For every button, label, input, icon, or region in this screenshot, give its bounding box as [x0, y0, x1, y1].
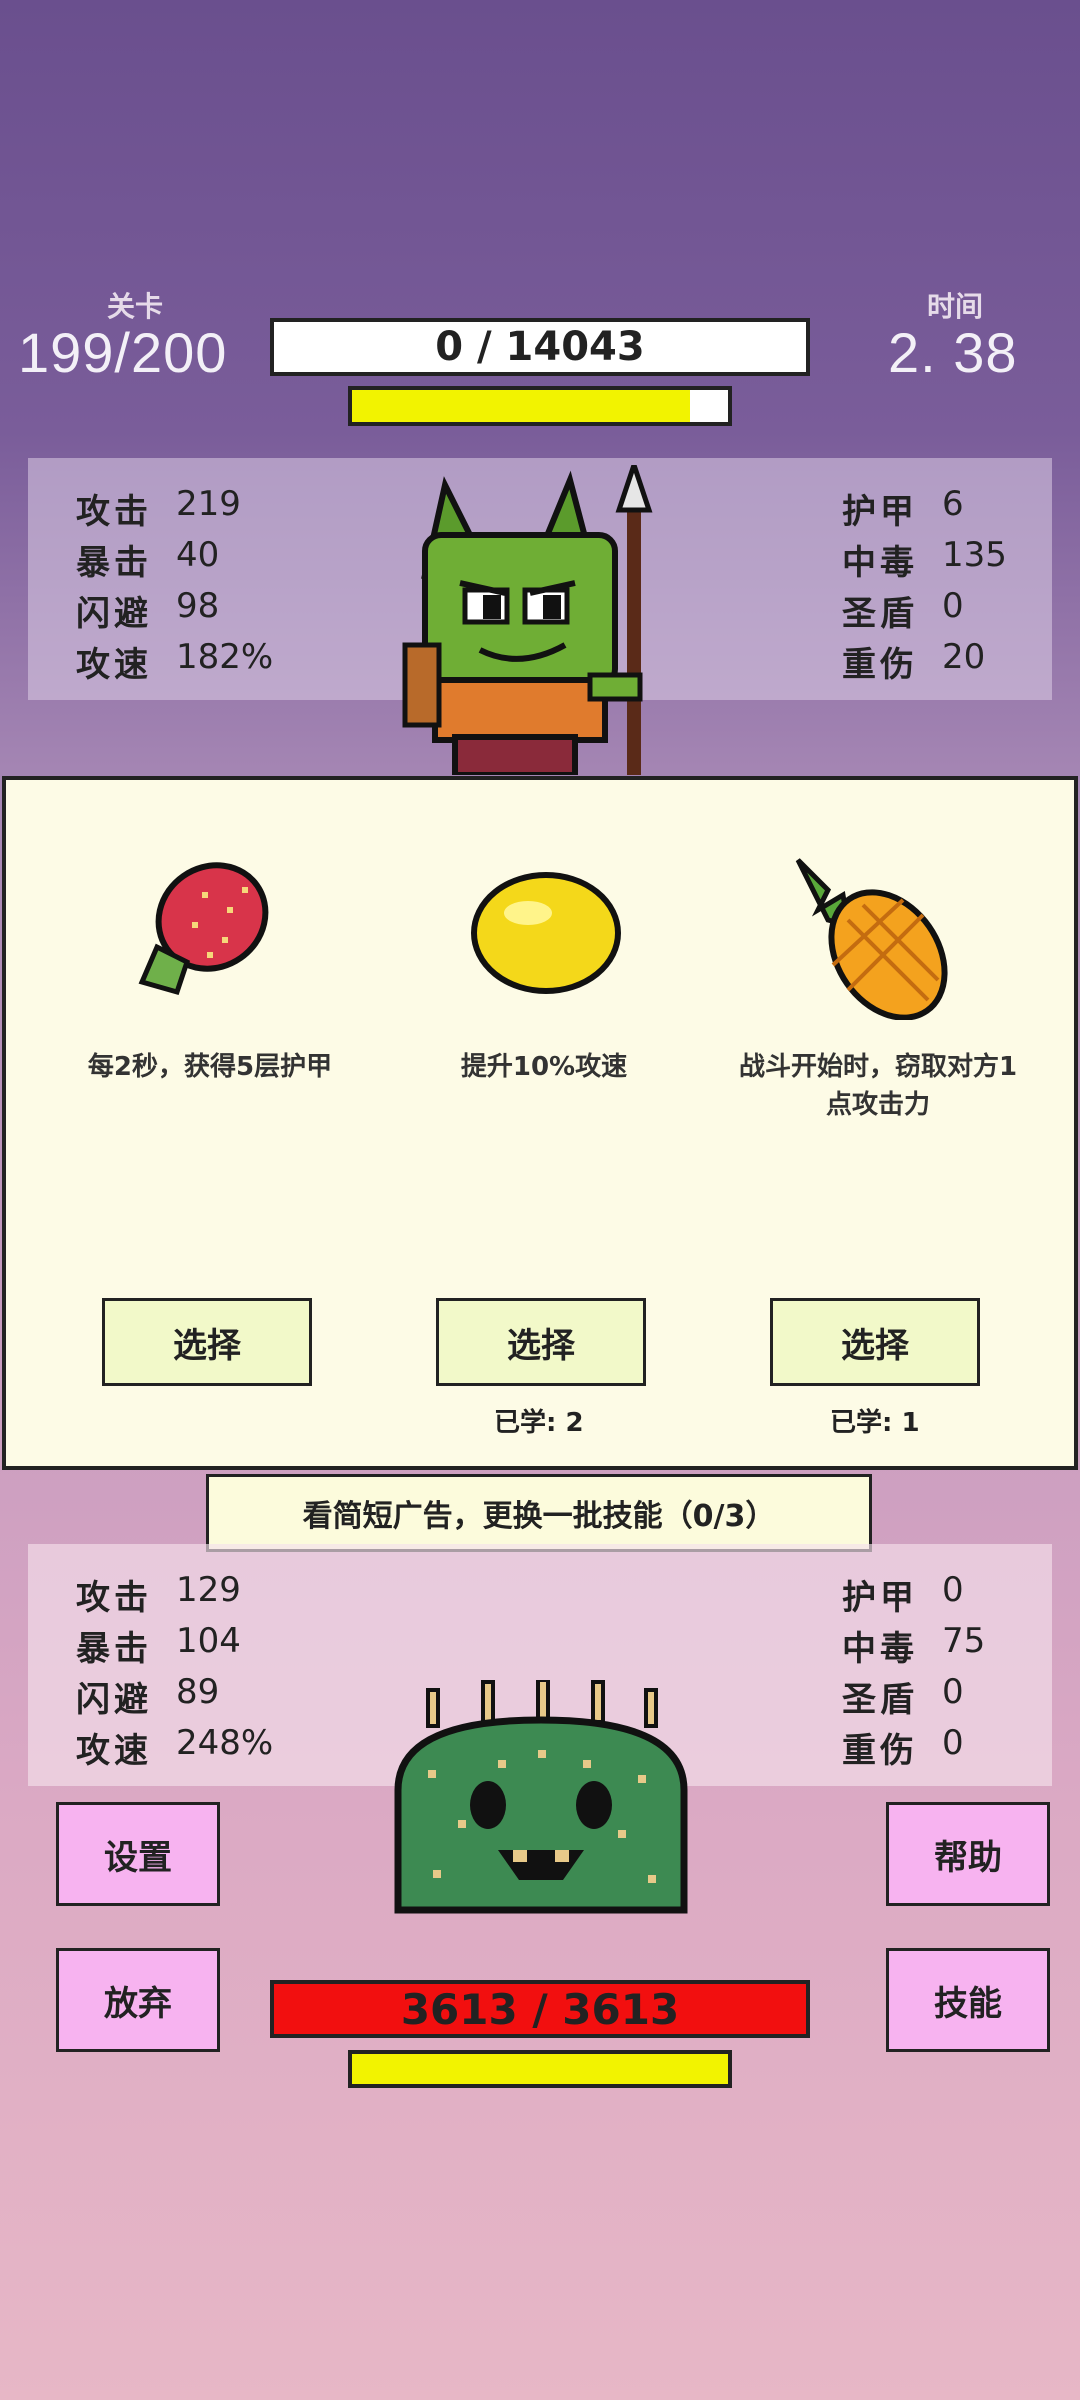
- enemy-stat-row: 暴击 40: [76, 535, 219, 584]
- time-label: 时间: [926, 290, 983, 323]
- player-stat-value: 248%: [176, 1723, 274, 1763]
- pineapple-icon: [795, 858, 948, 1020]
- ad-refresh-button[interactable]: 看简短广告，更换一批技能（0/3）: [206, 1474, 872, 1552]
- player-stat-value: 89: [176, 1672, 220, 1712]
- enemy-stat-value: 135: [942, 535, 1007, 575]
- player-energy-bar: [348, 2050, 732, 2088]
- enemy-stat-row: 闪避 98: [76, 586, 219, 635]
- level-label: 关卡: [106, 290, 163, 323]
- player-stat-name: 护甲: [842, 1578, 918, 1618]
- enemy-stat-value: 182%: [176, 637, 274, 677]
- level-value: 199/200: [18, 321, 228, 384]
- player-energy-fill: [352, 2054, 728, 2084]
- player-stat-name: 重伤: [842, 1731, 918, 1771]
- enemy-stat-row: 圣盾 0: [842, 586, 964, 635]
- player-stat-name: 暴击: [76, 1629, 152, 1669]
- lemon-icon: [471, 872, 621, 994]
- player-stat-value: 129: [176, 1570, 241, 1610]
- enemy-stat-row: 攻速 182%: [76, 637, 273, 686]
- player-stat-value: 0: [942, 1672, 964, 1712]
- player-stat-row: 护甲 0: [842, 1570, 964, 1619]
- player-stat-row: 中毒 75: [842, 1621, 985, 1670]
- enemy-stat-value: 0: [942, 586, 964, 626]
- strawberry-icon: [138, 862, 269, 996]
- enemy-stat-row: 攻击 219: [76, 484, 241, 533]
- player-stat-name: 攻击: [76, 1578, 152, 1618]
- enemy-stat-name: 攻击: [76, 492, 152, 532]
- choose-button-2[interactable]: 选择: [436, 1298, 646, 1386]
- enemy-stat-value: 98: [176, 586, 220, 626]
- enemy-stat-name: 重伤: [842, 645, 918, 685]
- skills-button[interactable]: 技能: [886, 1948, 1050, 2052]
- player-hp-text: 3613 / 3613: [400, 1984, 680, 2034]
- player-stat-value: 0: [942, 1570, 964, 1610]
- enemy-stat-name: 闪避: [76, 594, 152, 634]
- enemy-stat-name: 护甲: [842, 492, 918, 532]
- enemy-stat-name: 暴击: [76, 543, 152, 583]
- help-button[interactable]: 帮助: [886, 1802, 1050, 1906]
- settings-button[interactable]: 设置: [56, 1802, 220, 1906]
- choose-button-3[interactable]: 选择: [770, 1298, 980, 1386]
- enemy-stat-value: 6: [942, 484, 964, 524]
- enemy-stat-value: 40: [176, 535, 220, 575]
- cactus-player-sprite: [394, 1680, 688, 1914]
- choice-2-desc: 提升10%攻速: [460, 1052, 628, 1082]
- give-up-button[interactable]: 放弃: [56, 1948, 220, 2052]
- boss-energy-bar: [348, 386, 732, 426]
- player-stat-value: 75: [942, 1621, 986, 1661]
- enemy-stat-row: 护甲 6: [842, 484, 964, 533]
- skill-choice-panel: 每2秒，获得5层护甲 提升10%攻速 战斗开始时，窃取对方1点攻击力 选择 选择…: [2, 776, 1078, 1470]
- choice-1-desc: 每2秒，获得5层护甲: [87, 1052, 333, 1082]
- enemy-stat-name: 中毒: [842, 543, 918, 583]
- time-value: 2. 38: [888, 321, 1018, 384]
- goblin-enemy-sprite: [402, 465, 653, 775]
- player-stat-name: 攻速: [76, 1731, 152, 1771]
- player-stat-row: 重伤 0: [842, 1723, 964, 1772]
- choose-button-1[interactable]: 选择: [102, 1298, 312, 1386]
- enemy-stat-row: 重伤 20: [842, 637, 985, 686]
- choice-3-desc: 战斗开始时，窃取对方1点攻击力: [738, 1052, 1018, 1120]
- enemy-stat-value: 20: [942, 637, 986, 677]
- choice-3-learned: 已学: 1: [830, 1408, 920, 1438]
- choice-2-learned: 已学: 2: [494, 1408, 584, 1438]
- boss-hp-bar: 0 / 14043: [270, 318, 810, 376]
- player-stat-name: 中毒: [842, 1629, 918, 1669]
- player-stat-name: 圣盾: [842, 1680, 918, 1720]
- enemy-stat-name: 攻速: [76, 645, 152, 685]
- player-stat-row: 攻速 248%: [76, 1723, 273, 1772]
- player-stat-row: 圣盾 0: [842, 1672, 964, 1721]
- player-stat-value: 104: [176, 1621, 241, 1661]
- enemy-stat-name: 圣盾: [842, 594, 918, 634]
- enemy-stat-row: 中毒 135: [842, 535, 1007, 584]
- player-hp-bar: 3613 / 3613: [270, 1980, 810, 2038]
- player-stat-row: 闪避 89: [76, 1672, 219, 1721]
- player-stat-row: 暴击 104: [76, 1621, 241, 1670]
- boss-energy-fill: [352, 390, 691, 422]
- player-stat-value: 0: [942, 1723, 964, 1763]
- player-stat-name: 闪避: [76, 1680, 152, 1720]
- player-stat-row: 攻击 129: [76, 1570, 241, 1619]
- enemy-stat-value: 219: [176, 484, 241, 524]
- boss-hp-text: 0 / 14043: [435, 324, 645, 370]
